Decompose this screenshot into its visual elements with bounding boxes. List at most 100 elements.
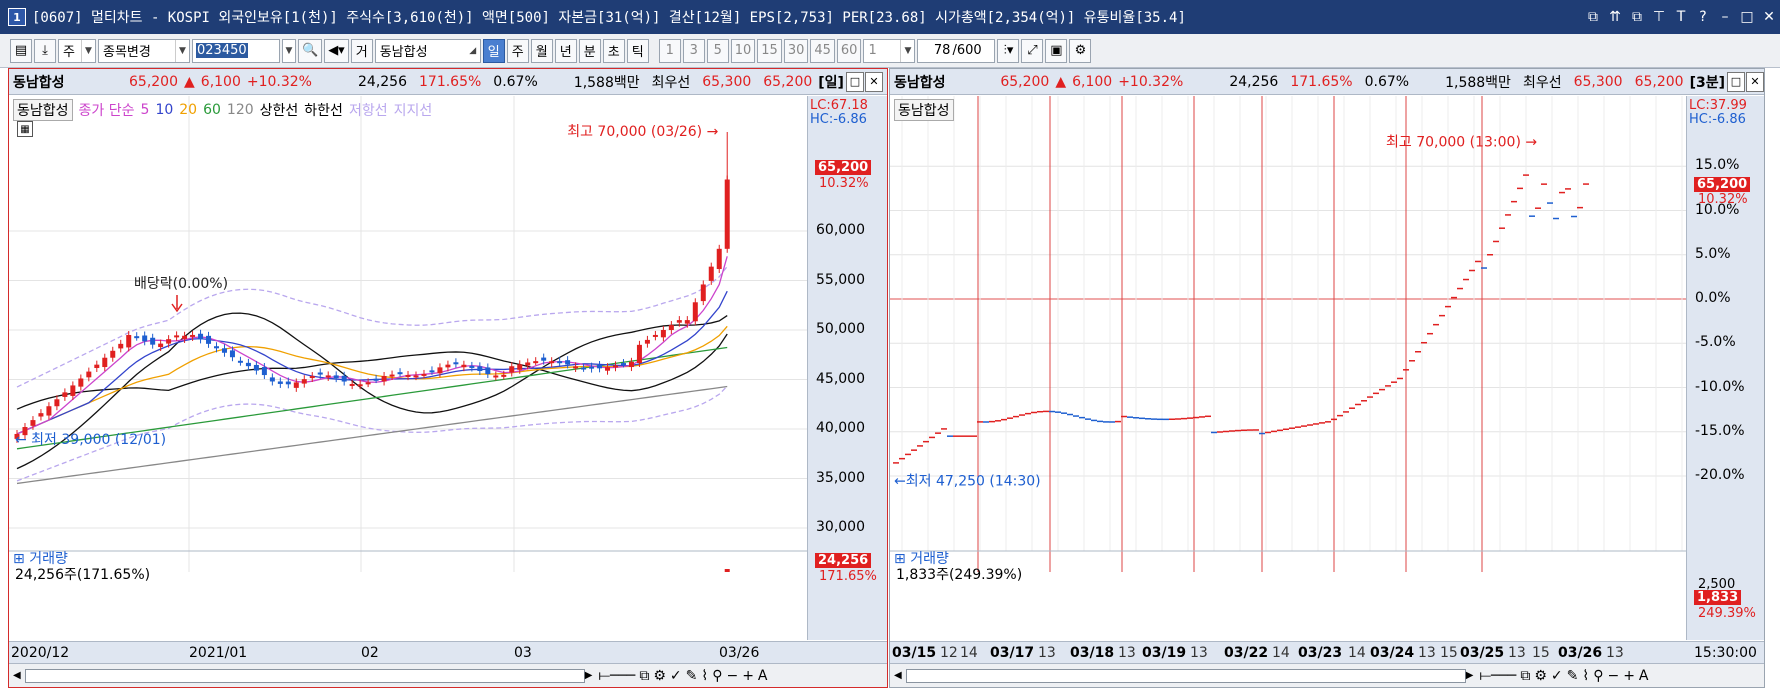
stock-type-select[interactable]: 주 ▼ bbox=[58, 38, 96, 63]
interval-45[interactable]: 45 bbox=[810, 38, 835, 63]
magnifier-icon[interactable]: ⚲ bbox=[1593, 668, 1603, 684]
zoom-out-icon[interactable]: − bbox=[1607, 668, 1619, 684]
right-scrollbar[interactable]: ◀ ▶ ⟝─── ⧉ ⚙ ✓ ✎ ⌇ ⚲ − + A bbox=[890, 663, 1764, 687]
legend-stock[interactable]: 동남합성 bbox=[13, 99, 73, 121]
legend-ma10[interactable]: 10 bbox=[155, 102, 173, 118]
period-tick[interactable]: 틱 bbox=[626, 38, 649, 63]
minute-price-chart[interactable]: 최고 70,000 (13:00) → ←최저 47,250 (14:30) bbox=[890, 96, 1686, 572]
download-icon[interactable]: ⤓ bbox=[34, 38, 56, 63]
interval-5[interactable]: 5 bbox=[706, 38, 729, 63]
check-icon[interactable]: ✓ bbox=[1551, 668, 1563, 684]
close-icon[interactable]: ✕ bbox=[1746, 71, 1764, 92]
text-icon[interactable]: A bbox=[758, 668, 768, 684]
scroll-track[interactable] bbox=[905, 668, 1466, 683]
window-number[interactable]: 1 bbox=[8, 8, 26, 26]
copy-icon[interactable]: ⧉ bbox=[639, 668, 649, 684]
candle bbox=[716, 248, 722, 270]
interval-30[interactable]: 30 bbox=[783, 38, 809, 63]
legend-resist[interactable]: 저항선 bbox=[349, 100, 388, 120]
close-icon[interactable]: ✕ bbox=[1758, 6, 1780, 28]
mode-button[interactable]: 거 bbox=[350, 38, 373, 63]
scroll-right-icon[interactable]: ▶ bbox=[1466, 670, 1474, 681]
top-icon[interactable]: ⇈ bbox=[1604, 6, 1626, 28]
interval-3[interactable]: 3 bbox=[682, 38, 705, 63]
pen-icon[interactable]: ✎ bbox=[1567, 668, 1579, 684]
legend-stock[interactable]: 동남합성 bbox=[894, 99, 954, 121]
period-year[interactable]: 년 bbox=[554, 38, 577, 63]
candle bbox=[517, 364, 523, 370]
pen-icon[interactable]: ✎ bbox=[686, 668, 698, 684]
magnifier-icon[interactable]: ⚲ bbox=[712, 668, 722, 684]
help-icon[interactable]: ? bbox=[1692, 6, 1714, 28]
check-icon[interactable]: ✓ bbox=[670, 668, 682, 684]
period-second[interactable]: 초 bbox=[602, 38, 625, 63]
candle bbox=[237, 360, 243, 363]
tile-icon[interactable]: ⧉ bbox=[1626, 6, 1648, 28]
gear-icon[interactable]: ⚙ bbox=[1534, 668, 1547, 684]
zoom-out-icon[interactable]: − bbox=[726, 668, 738, 684]
up-arrow-icon: ▲ bbox=[1055, 73, 1067, 90]
interval-1[interactable]: 1 bbox=[658, 38, 681, 63]
settings-icon[interactable]: ⚙ bbox=[1069, 38, 1092, 63]
close-icon[interactable]: ✕ bbox=[864, 71, 883, 92]
period-day[interactable]: 일 bbox=[482, 38, 505, 63]
draw-icon[interactable]: ⤢ bbox=[1021, 38, 1044, 63]
text-icon[interactable]: A bbox=[1639, 668, 1649, 684]
legend-ma120[interactable]: 120 bbox=[227, 102, 254, 118]
interval-15[interactable]: 15 bbox=[757, 38, 782, 63]
scroll-left-icon[interactable]: ◀ bbox=[13, 670, 21, 681]
code-dropdown[interactable]: ▼ bbox=[282, 38, 296, 63]
stock-code-input[interactable]: 023450 bbox=[192, 38, 280, 63]
candle bbox=[469, 365, 475, 368]
brush-icon[interactable]: ⌇ bbox=[701, 668, 708, 684]
period-month[interactable]: 월 bbox=[530, 38, 553, 63]
search-icon[interactable]: 🔍 bbox=[298, 38, 323, 63]
scroll-right-icon[interactable]: ▶ bbox=[585, 670, 593, 681]
left-scrollbar[interactable]: ◀ ▶ ⟝─── ⧉ ⚙ ✓ ✎ ⌇ ⚲ − + A bbox=[9, 663, 887, 687]
zoom-slider[interactable]: ⟝─── bbox=[1479, 668, 1516, 684]
price: 65,200 bbox=[1000, 73, 1050, 90]
zoom-in-icon[interactable]: + bbox=[1623, 668, 1635, 684]
interval-10[interactable]: 10 bbox=[730, 38, 756, 63]
pin-icon[interactable]: ⊤ bbox=[1648, 6, 1670, 28]
change-stock-select[interactable]: 종목변경 ▼ bbox=[98, 38, 190, 63]
legend-close[interactable]: 종가 단순 bbox=[79, 100, 135, 120]
indicator-icon[interactable]: ⫶▾ bbox=[997, 38, 1020, 63]
interval-60[interactable]: 60 bbox=[836, 38, 862, 63]
period-minute[interactable]: 분 bbox=[578, 38, 601, 63]
gear-icon[interactable]: ⚙ bbox=[653, 668, 666, 684]
maximize-icon[interactable]: □ bbox=[845, 71, 864, 92]
candle bbox=[190, 334, 196, 337]
legend-upper[interactable]: 상한선 bbox=[260, 100, 299, 120]
save-icon[interactable]: ▣ bbox=[1045, 38, 1068, 63]
speaker-icon[interactable]: ◀▾ bbox=[324, 38, 349, 63]
volume-ratio: 171.65% bbox=[1290, 73, 1353, 90]
zoom-in-icon[interactable]: + bbox=[742, 668, 754, 684]
layout-icon[interactable]: ▤ bbox=[10, 38, 32, 63]
daily-price-chart[interactable]: 최고 70,000 (03/26) → ← 최저 39,000 (12/01) 배당… bbox=[9, 96, 807, 572]
legend-ma60[interactable]: 60 bbox=[203, 102, 221, 118]
calculator-icon[interactable]: ▦ bbox=[17, 121, 33, 137]
period-week[interactable]: 주 bbox=[506, 38, 529, 63]
stock-name-field[interactable]: 동남합성 ◢ bbox=[374, 38, 481, 63]
page-field[interactable]: 78/600 bbox=[917, 38, 996, 63]
maximize-icon[interactable]: □ bbox=[1727, 71, 1745, 92]
legend-lower[interactable]: 하한선 bbox=[304, 100, 343, 120]
maximize-icon[interactable]: □ bbox=[1736, 6, 1758, 28]
restore-icon[interactable]: ⧉ bbox=[1582, 6, 1604, 28]
legend-ma20[interactable]: 20 bbox=[179, 102, 197, 118]
candle bbox=[110, 350, 116, 358]
volume-badge: 24,256 bbox=[815, 553, 872, 568]
brush-icon[interactable]: ⌇ bbox=[1582, 668, 1589, 684]
stock-name: 동남합성 bbox=[13, 74, 65, 91]
copy-icon[interactable]: ⧉ bbox=[1520, 668, 1530, 684]
scroll-track[interactable] bbox=[24, 668, 585, 683]
legend-support[interactable]: 지지선 bbox=[394, 100, 433, 120]
count-select[interactable]: 1 ▼ bbox=[863, 38, 916, 63]
scroll-left-icon[interactable]: ◀ bbox=[894, 670, 902, 681]
zoom-slider[interactable]: ⟝─── bbox=[598, 668, 635, 684]
font-icon[interactable]: T bbox=[1670, 6, 1692, 28]
minimize-icon[interactable]: – bbox=[1714, 6, 1736, 28]
candle bbox=[277, 381, 283, 384]
legend-ma5[interactable]: 5 bbox=[141, 102, 150, 118]
